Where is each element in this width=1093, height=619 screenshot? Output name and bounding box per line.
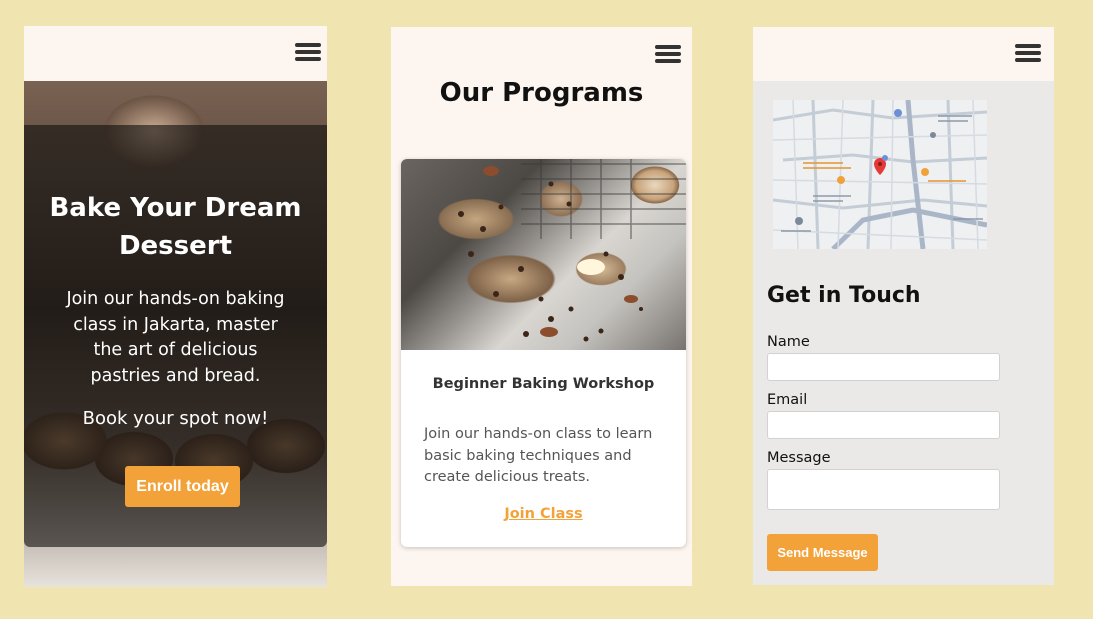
header-bar	[753, 27, 1054, 81]
program-description: Join our hands-on class to learn basic b…	[424, 426, 653, 485]
email-field[interactable]	[767, 411, 1000, 439]
programs-screen: Our Programs Beginner Baking Workshop Jo…	[391, 27, 692, 586]
email-label: Email	[767, 392, 808, 408]
hamburger-menu-icon[interactable]	[1015, 44, 1041, 64]
message-field[interactable]	[767, 469, 1000, 510]
contact-screen: Get in Touch Name Email Message Send Mes…	[753, 27, 1054, 585]
send-message-button[interactable]: Send Message	[767, 534, 878, 571]
header-bar	[24, 26, 327, 81]
join-class-link[interactable]: Join Class	[401, 506, 686, 522]
location-map[interactable]	[773, 100, 987, 249]
hamburger-menu-icon[interactable]	[295, 43, 321, 63]
hero-screen: Bake Your Dream Dessert Join our hands-o…	[24, 26, 327, 587]
hero-title: Bake Your Dream Dessert	[49, 193, 302, 261]
map-graphic	[773, 100, 987, 249]
program-title: Beginner Baking Workshop	[432, 376, 655, 392]
program-image	[401, 159, 686, 350]
program-card: Beginner Baking Workshop Join our hands-…	[401, 159, 686, 547]
hero-description: Join our hands-on baking class in Jakart…	[66, 289, 285, 386]
contact-title: Get in Touch	[767, 283, 921, 308]
name-label: Name	[767, 334, 810, 350]
programs-title: Our Programs	[439, 78, 644, 108]
bread-illustration	[458, 159, 686, 342]
hero-cta-text: Book your spot now!	[82, 408, 269, 429]
message-label: Message	[767, 450, 831, 466]
name-field[interactable]	[767, 353, 1000, 381]
hamburger-menu-icon[interactable]	[655, 45, 681, 65]
enroll-button[interactable]: Enroll today	[125, 466, 240, 507]
